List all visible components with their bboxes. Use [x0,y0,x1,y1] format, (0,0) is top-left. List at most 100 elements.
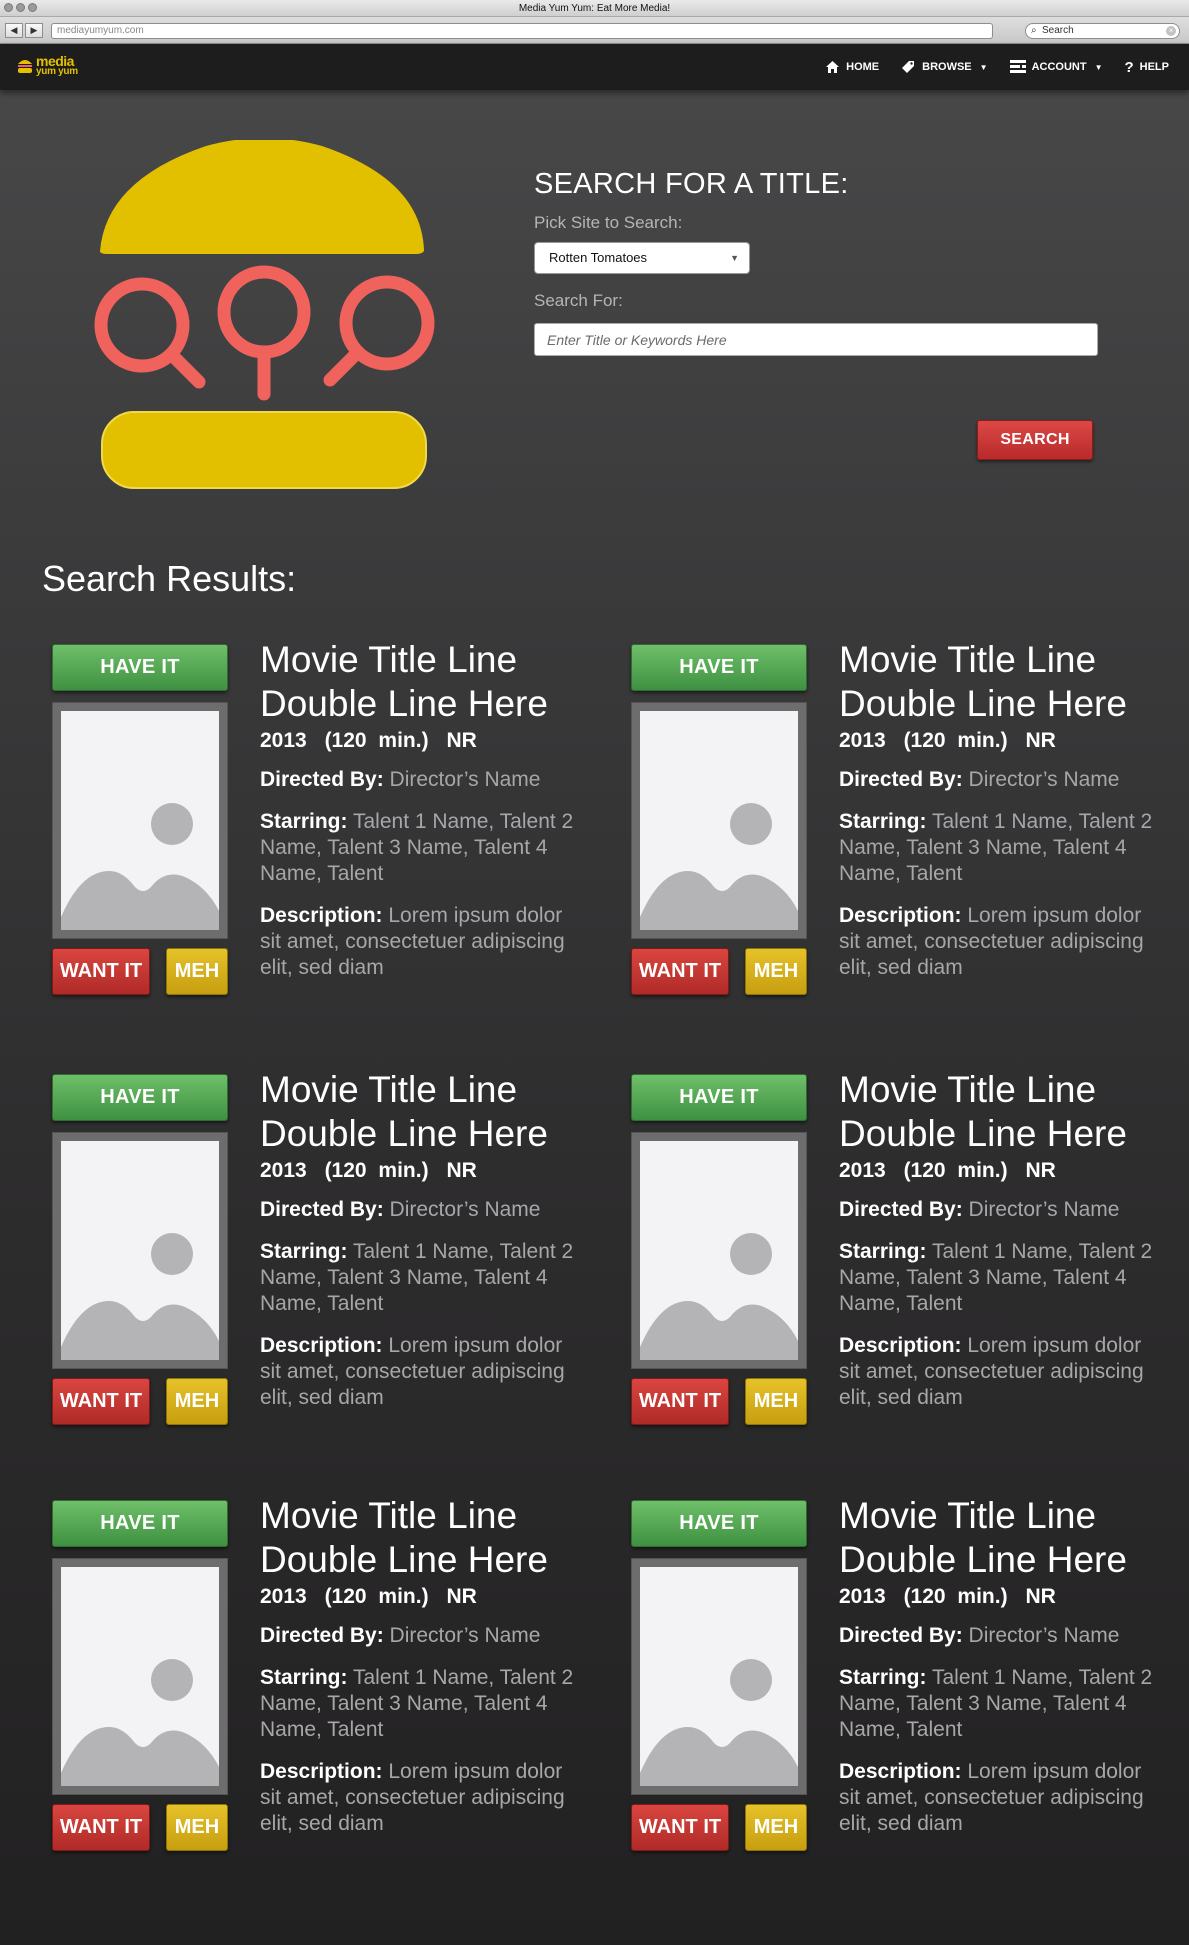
movie-title[interactable]: Movie Title Line Double Line Here [260,638,580,726]
movie-info: Movie Title Line Double Line Here 2013 (… [260,1068,580,1411]
movie-title[interactable]: Movie Title Line Double Line Here [839,1494,1159,1582]
movie-runtime: (120 min.) [903,1159,1008,1182]
description-label: Description: [839,904,962,927]
nav-help[interactable]: ? HELP [1124,59,1169,76]
image-placeholder-icon [61,1141,219,1360]
result-card: HAVE IT WANT IT MEH Movie Title Line Dou… [621,1069,1161,1444]
starring-label: Starring: [839,810,927,833]
meh-button[interactable]: MEH [745,948,807,995]
nav-home[interactable]: HOME [825,60,879,74]
want-it-button[interactable]: WANT IT [631,948,729,995]
nav-account-label: ACCOUNT [1031,61,1087,73]
nav-browse-label: BROWSE [922,61,972,73]
poster-frame[interactable] [631,702,807,939]
meh-button[interactable]: MEH [745,1378,807,1425]
movie-director: Directed By: Director’s Name [260,767,580,793]
clear-search-icon[interactable]: × [1166,26,1176,36]
have-it-button[interactable]: HAVE IT [631,644,807,691]
search-panel: SEARCH FOR A TITLE: Pick Site to Search:… [534,168,1104,356]
movie-director: Directed By: Director’s Name [260,1623,580,1649]
starring-label: Starring: [260,1666,348,1689]
movie-title[interactable]: Movie Title Line Double Line Here [839,638,1159,726]
starring-label: Starring: [839,1240,927,1263]
director-name: Director’s Name [968,1624,1120,1647]
movie-starring: Starring: Talent 1 Name, Talent 2 Name, … [260,809,580,887]
account-icon [1009,60,1026,73]
movie-year: 2013 [260,1585,307,1608]
zoom-window-button[interactable] [28,3,37,12]
minimize-window-button[interactable] [16,3,25,12]
poster-frame[interactable] [631,1558,807,1795]
poster-frame[interactable] [631,1132,807,1369]
forward-button[interactable]: ▶ [25,23,43,38]
search-query-input[interactable] [534,323,1098,356]
movie-runtime: (120 min.) [903,1585,1008,1608]
movie-rating: NR [1025,1159,1056,1182]
image-placeholder-icon [61,711,219,930]
movie-starring: Starring: Talent 1 Name, Talent 2 Name, … [839,1239,1159,1317]
directed-label: Directed By: [839,768,963,791]
movie-title[interactable]: Movie Title Line Double Line Here [839,1068,1159,1156]
description-label: Description: [260,1334,383,1357]
site-logo[interactable]: media yum yum [16,53,86,80]
have-it-button[interactable]: HAVE IT [52,644,228,691]
want-it-button[interactable]: WANT IT [631,1804,729,1851]
want-it-button[interactable]: WANT IT [52,1804,150,1851]
directed-label: Directed By: [839,1624,963,1647]
result-card: HAVE IT WANT IT MEH Movie Title Line Dou… [621,639,1161,1014]
want-it-button[interactable]: WANT IT [52,1378,150,1425]
movie-description: Description: Lorem ipsum dolor sit amet,… [260,1333,580,1411]
poster-frame[interactable] [52,702,228,939]
nav-account[interactable]: ACCOUNT ▼ [1009,60,1102,74]
directed-label: Directed By: [260,1624,384,1647]
back-button[interactable]: ◀ [5,23,23,38]
close-window-button[interactable] [4,3,13,12]
movie-director: Directed By: Director’s Name [260,1197,580,1223]
movie-year: 2013 [260,1159,307,1182]
want-it-button[interactable]: WANT IT [631,1378,729,1425]
movie-runtime: (120 min.) [903,729,1008,752]
movie-meta: 2013 (120 min.) NR [260,1585,580,1609]
meh-button[interactable]: MEH [166,1378,228,1425]
description-label: Description: [260,904,383,927]
address-bar[interactable]: mediayumyum.com [51,23,993,39]
home-icon [826,61,840,73]
movie-description: Description: Lorem ipsum dolor sit amet,… [839,1333,1159,1411]
meh-button[interactable]: MEH [166,1804,228,1851]
chevron-down-icon: ▼ [979,62,988,72]
directed-label: Directed By: [260,1198,384,1221]
have-it-button[interactable]: HAVE IT [52,1500,228,1547]
movie-meta: 2013 (120 min.) NR [839,1159,1159,1183]
poster-frame[interactable] [52,1132,228,1369]
description-label: Description: [260,1760,383,1783]
starring-label: Starring: [839,1666,927,1689]
movie-title[interactable]: Movie Title Line Double Line Here [260,1068,580,1156]
logo-burger-icon [18,60,32,73]
director-name: Director’s Name [389,1624,541,1647]
starring-label: Starring: [260,810,348,833]
have-it-button[interactable]: HAVE IT [631,1500,807,1547]
search-button[interactable]: SEARCH [977,420,1093,460]
have-it-button[interactable]: HAVE IT [52,1074,228,1121]
nav-browse[interactable]: BROWSE ▼ [901,60,988,74]
site-select[interactable]: Rotten Tomatoes ▼ [534,242,750,274]
poster-frame[interactable] [52,1558,228,1795]
want-it-button[interactable]: WANT IT [52,948,150,995]
director-name: Director’s Name [968,1198,1120,1221]
have-it-button[interactable]: HAVE IT [631,1074,807,1121]
movie-director: Directed By: Director’s Name [839,1623,1159,1649]
browser-titlebar: Media Yum Yum: Eat More Media! [0,0,1189,17]
nav-home-label: HOME [846,61,880,73]
window-controls[interactable] [4,3,37,12]
movie-rating: NR [446,1585,477,1608]
movie-description: Description: Lorem ipsum dolor sit amet,… [260,903,580,981]
meh-button[interactable]: MEH [745,1804,807,1851]
meh-button[interactable]: MEH [166,948,228,995]
movie-title[interactable]: Movie Title Line Double Line Here [260,1494,580,1582]
movie-rating: NR [446,1159,477,1182]
browser-search-field[interactable]: ⌕ Search × [1025,23,1180,39]
movie-info: Movie Title Line Double Line Here 2013 (… [839,1494,1159,1837]
logo-text-yumyum: yum yum [36,66,78,77]
site-header: media yum yum HOME BROWSE ▼ ACCOUNT ▼ ? … [0,44,1189,90]
help-icon: ? [1124,58,1134,76]
